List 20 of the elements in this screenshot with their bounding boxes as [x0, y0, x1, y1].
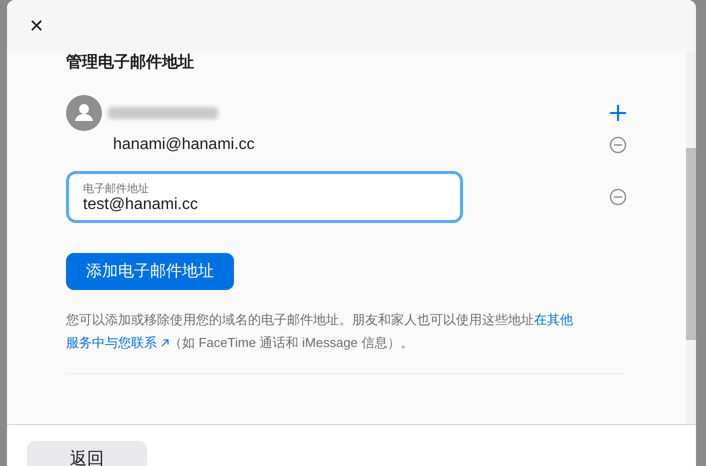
external-link-icon	[161, 338, 169, 346]
back-button[interactable]: 返回	[27, 441, 147, 466]
email-input-field[interactable]: test@hanami.cc	[83, 196, 446, 214]
add-button[interactable]	[608, 103, 628, 123]
add-email-button[interactable]: 添加电子邮件地址	[66, 253, 234, 290]
email-field[interactable]: 电子邮件地址 test@hanami.cc	[66, 171, 463, 223]
avatar-icon	[66, 95, 102, 131]
section-title: 管理电子邮件地址	[66, 52, 195, 73]
minus-circle-icon	[609, 136, 627, 154]
scrollbar[interactable]	[686, 52, 696, 424]
field-label: 电子邮件地址	[83, 182, 150, 196]
help-text: 您可以添加或移除使用您的域名的电子邮件地址。朋友和家人也可以使用这些地址在其他 服务中与您联系 （如 FaceTime 通话和 iMessage 信息）。	[66, 308, 626, 354]
plus-icon	[609, 104, 627, 122]
close-button[interactable]: ✕	[25, 14, 48, 38]
remove-button[interactable]	[608, 187, 628, 207]
email-address: hanami@hanami.cc	[113, 136, 255, 154]
minus-circle-icon	[609, 188, 627, 206]
contact-link[interactable]: 服务中与您联系	[66, 331, 169, 354]
contact-link[interactable]: 在其他	[534, 308, 573, 331]
remove-button[interactable]	[608, 135, 628, 155]
